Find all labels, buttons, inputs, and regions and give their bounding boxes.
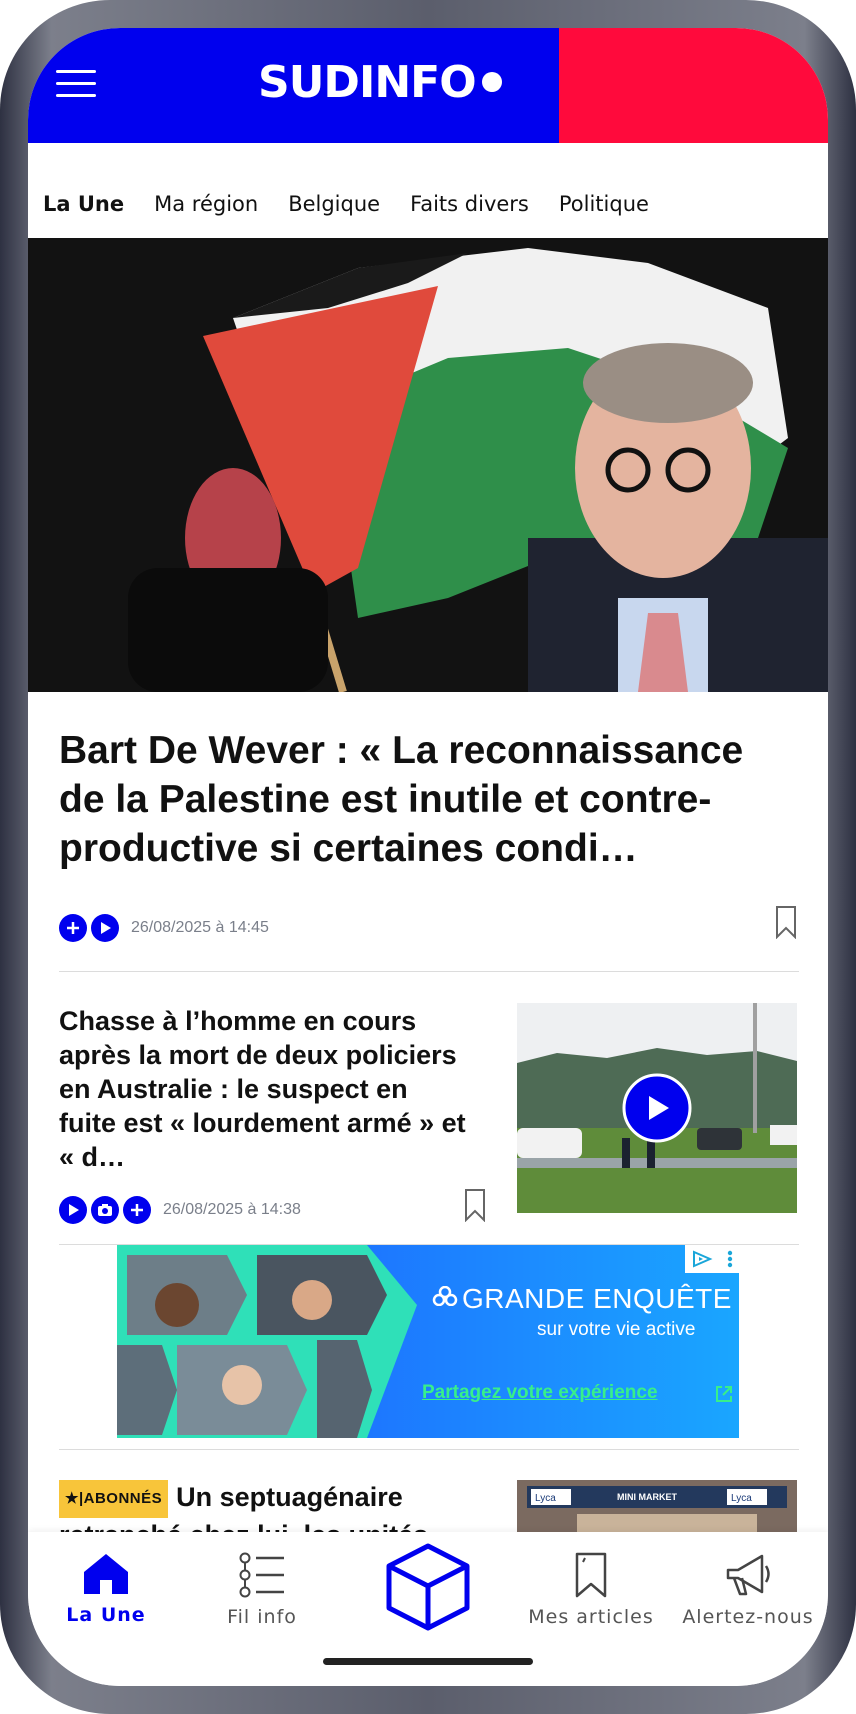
ad-choices-icon bbox=[693, 1250, 713, 1268]
ad-banner[interactable]: GRANDE ENQUÊTE sur votre vie active Part… bbox=[117, 1245, 739, 1438]
divider bbox=[59, 1449, 799, 1450]
article-2-meta: 26/08/2025 à 14:38 bbox=[59, 1196, 301, 1224]
divider bbox=[59, 971, 799, 972]
thumbnail-illustration: Lyca MINI MARKET Lyca bbox=[517, 1480, 797, 1540]
nav-fil-info[interactable]: Fil info bbox=[208, 1552, 316, 1652]
tab-belgique[interactable]: Belgique bbox=[288, 192, 380, 216]
nav-label: Mes articles bbox=[528, 1606, 654, 1628]
sudinfo-logo[interactable]: SUDINFO bbox=[258, 52, 502, 112]
bookmark-icon[interactable] bbox=[775, 905, 797, 940]
home-icon bbox=[84, 1554, 128, 1594]
camera-icon[interactable] bbox=[91, 1196, 119, 1224]
sign-left: Lyca bbox=[535, 1493, 556, 1504]
article-3-thumbnail[interactable]: Lyca MINI MARKET Lyca bbox=[517, 1480, 797, 1540]
nav-cube-button[interactable] bbox=[378, 1542, 478, 1642]
play-icon[interactable] bbox=[91, 914, 119, 942]
ad-title: GRANDE ENQUÊTE bbox=[462, 1283, 732, 1314]
article-2-timestamp: 26/08/2025 à 14:38 bbox=[163, 1201, 301, 1218]
ad-subtitle: sur votre vie active bbox=[537, 1319, 696, 1340]
nav-label: Alertez-nous bbox=[682, 1606, 814, 1628]
hamburger-menu-icon[interactable] bbox=[56, 70, 98, 100]
tab-politique[interactable]: Politique bbox=[559, 192, 649, 216]
thumbnail-illustration bbox=[517, 1003, 797, 1213]
hero-illustration bbox=[28, 238, 828, 692]
nav-label: La Une bbox=[66, 1604, 146, 1626]
tab-ma-region[interactable]: Ma région bbox=[154, 192, 258, 216]
ad-info-button[interactable] bbox=[685, 1245, 739, 1273]
subscriber-badge: ★|ABONNÉS bbox=[59, 1480, 169, 1518]
logo-icon bbox=[432, 1286, 458, 1306]
more-options-icon bbox=[727, 1250, 733, 1268]
tab-faits-divers[interactable]: Faits divers bbox=[410, 192, 529, 216]
screen: SUDINFO La Une Ma région Belgique Faits … bbox=[28, 28, 828, 1686]
home-indicator[interactable] bbox=[323, 1658, 533, 1665]
megaphone-icon bbox=[726, 1554, 770, 1596]
ad-illustration bbox=[117, 1245, 739, 1438]
sign-right: Lyca bbox=[731, 1493, 752, 1504]
plus-icon[interactable] bbox=[123, 1196, 151, 1224]
plus-icon[interactable] bbox=[59, 914, 87, 942]
bookmark-icon[interactable] bbox=[464, 1188, 486, 1223]
nav-mes-articles[interactable]: Mes articles bbox=[518, 1552, 664, 1652]
article-1-timestamp: 26/08/2025 à 14:45 bbox=[131, 919, 269, 936]
tab-la-une[interactable]: La Une bbox=[43, 192, 124, 216]
nav-la-une[interactable]: La Une bbox=[58, 1552, 154, 1652]
cube-icon bbox=[386, 1543, 470, 1631]
nav-label: Fil info bbox=[227, 1606, 297, 1628]
logo-dot bbox=[481, 72, 502, 92]
ad-cta-link[interactable]: Partagez votre expérience bbox=[422, 1382, 658, 1404]
bookmark-icon bbox=[575, 1552, 607, 1598]
sign-center: MINI MARKET bbox=[617, 1492, 677, 1502]
external-link-icon[interactable] bbox=[714, 1384, 734, 1404]
play-icon[interactable] bbox=[59, 1196, 87, 1224]
article-2-thumbnail[interactable] bbox=[517, 1003, 797, 1213]
app-header: SUDINFO bbox=[28, 28, 828, 143]
hero-image[interactable] bbox=[28, 238, 828, 692]
article-title-2[interactable]: Chasse à l’homme en cours après la mort … bbox=[59, 1004, 469, 1174]
article-title-1[interactable]: Bart De Wever : « La reconnaissance de l… bbox=[59, 726, 799, 873]
list-icon bbox=[239, 1552, 284, 1598]
article-1-meta: 26/08/2025 à 14:45 bbox=[59, 914, 269, 942]
logo-text: SUDINFO bbox=[258, 56, 477, 108]
nav-alertez-nous[interactable]: Alertez-nous bbox=[678, 1552, 818, 1652]
